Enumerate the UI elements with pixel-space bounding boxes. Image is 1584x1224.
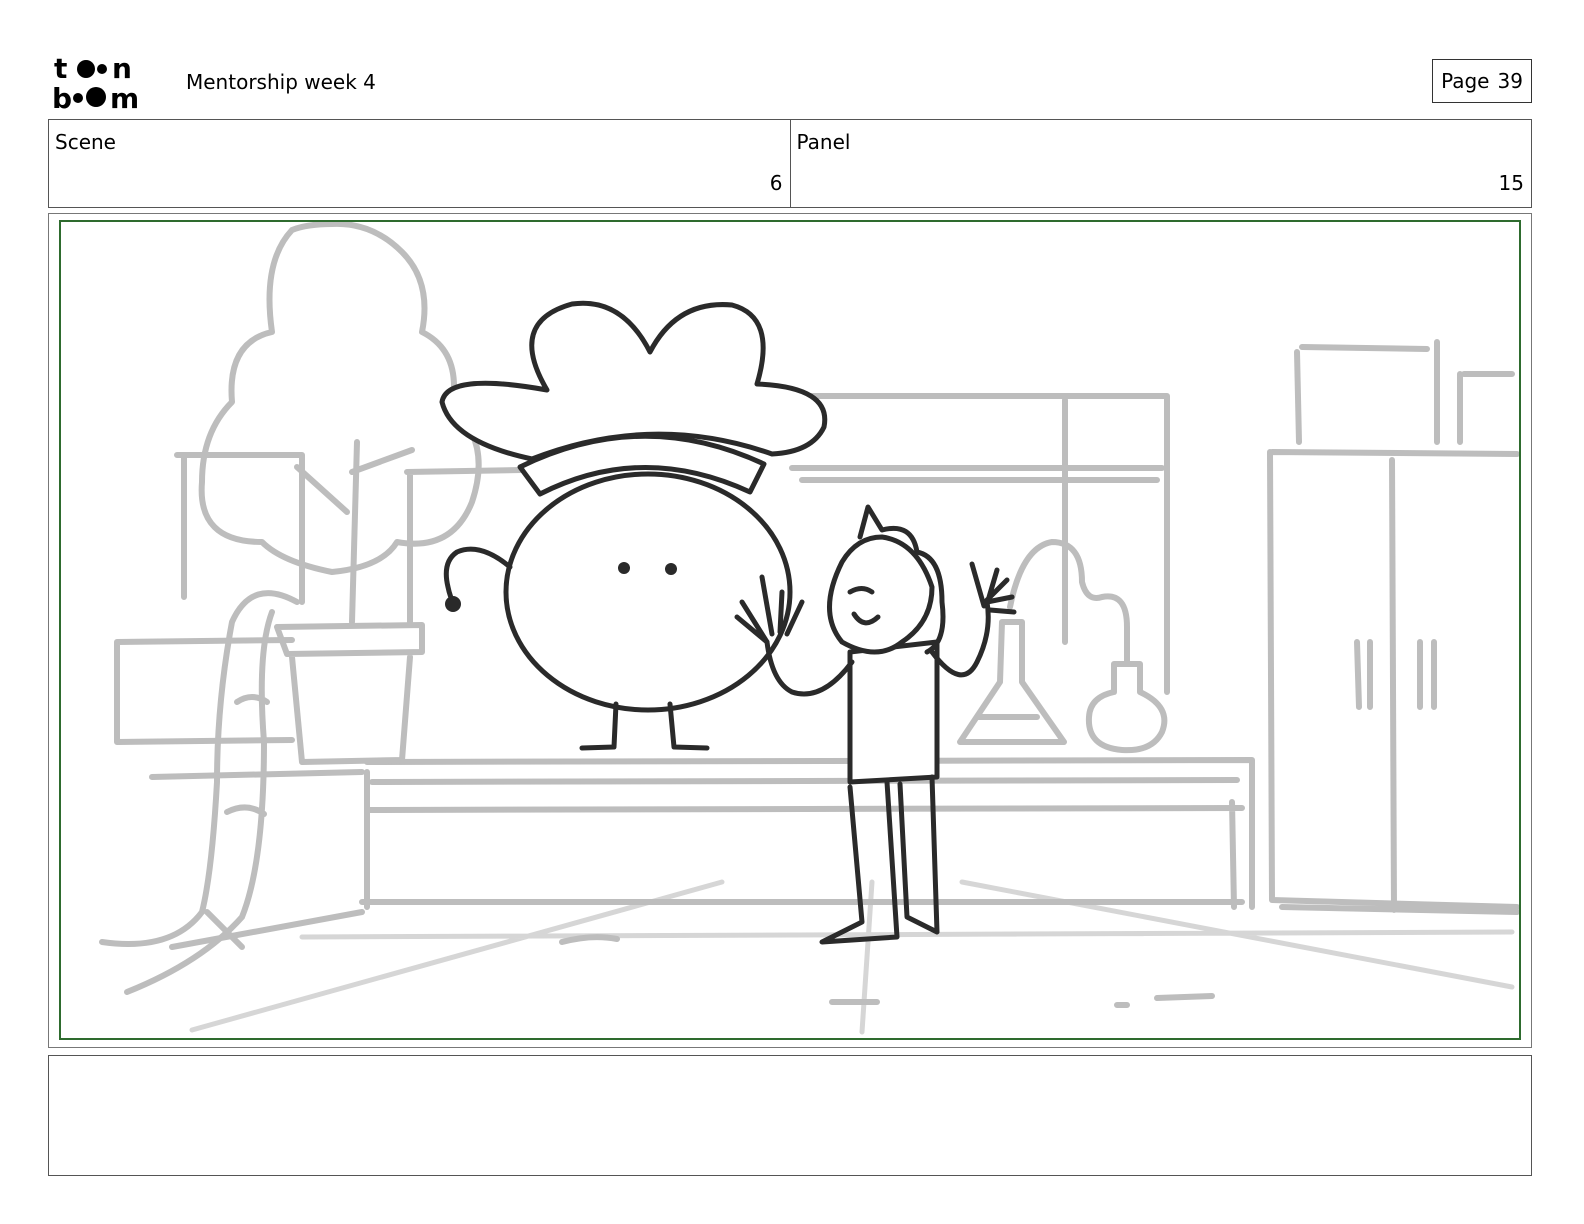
panel-image-safe-area bbox=[59, 220, 1521, 1040]
chef-eye-right bbox=[665, 563, 677, 575]
panel-cell: Panel 15 bbox=[789, 120, 1532, 207]
chef-body bbox=[503, 471, 793, 713]
chef-hat bbox=[439, 300, 828, 462]
kid-character bbox=[847, 639, 940, 785]
panel-label: Panel bbox=[796, 130, 851, 154]
svg-text:b: b bbox=[52, 82, 72, 110]
page-label: Page bbox=[1441, 69, 1490, 93]
storyboard-drawing bbox=[99, 222, 1519, 1035]
notes-box[interactable] bbox=[48, 1055, 1532, 1176]
scene-panel-row: Scene 6 Panel 15 bbox=[48, 119, 1532, 208]
svg-text:n: n bbox=[112, 52, 132, 85]
scene-label: Scene bbox=[55, 130, 116, 154]
svg-text:t: t bbox=[54, 52, 67, 85]
panel-value: 15 bbox=[1498, 171, 1524, 195]
scene-cell: Scene 6 bbox=[49, 120, 790, 207]
toon-boom-logo: t n b m bbox=[52, 52, 139, 110]
svg-text:m: m bbox=[110, 82, 139, 110]
document-title: Mentorship week 4 bbox=[186, 70, 376, 94]
page-number: 39 bbox=[1497, 69, 1523, 93]
page-indicator: Page 39 bbox=[1432, 59, 1532, 103]
scene-value: 6 bbox=[769, 171, 783, 195]
chef-eye-left bbox=[618, 562, 630, 574]
